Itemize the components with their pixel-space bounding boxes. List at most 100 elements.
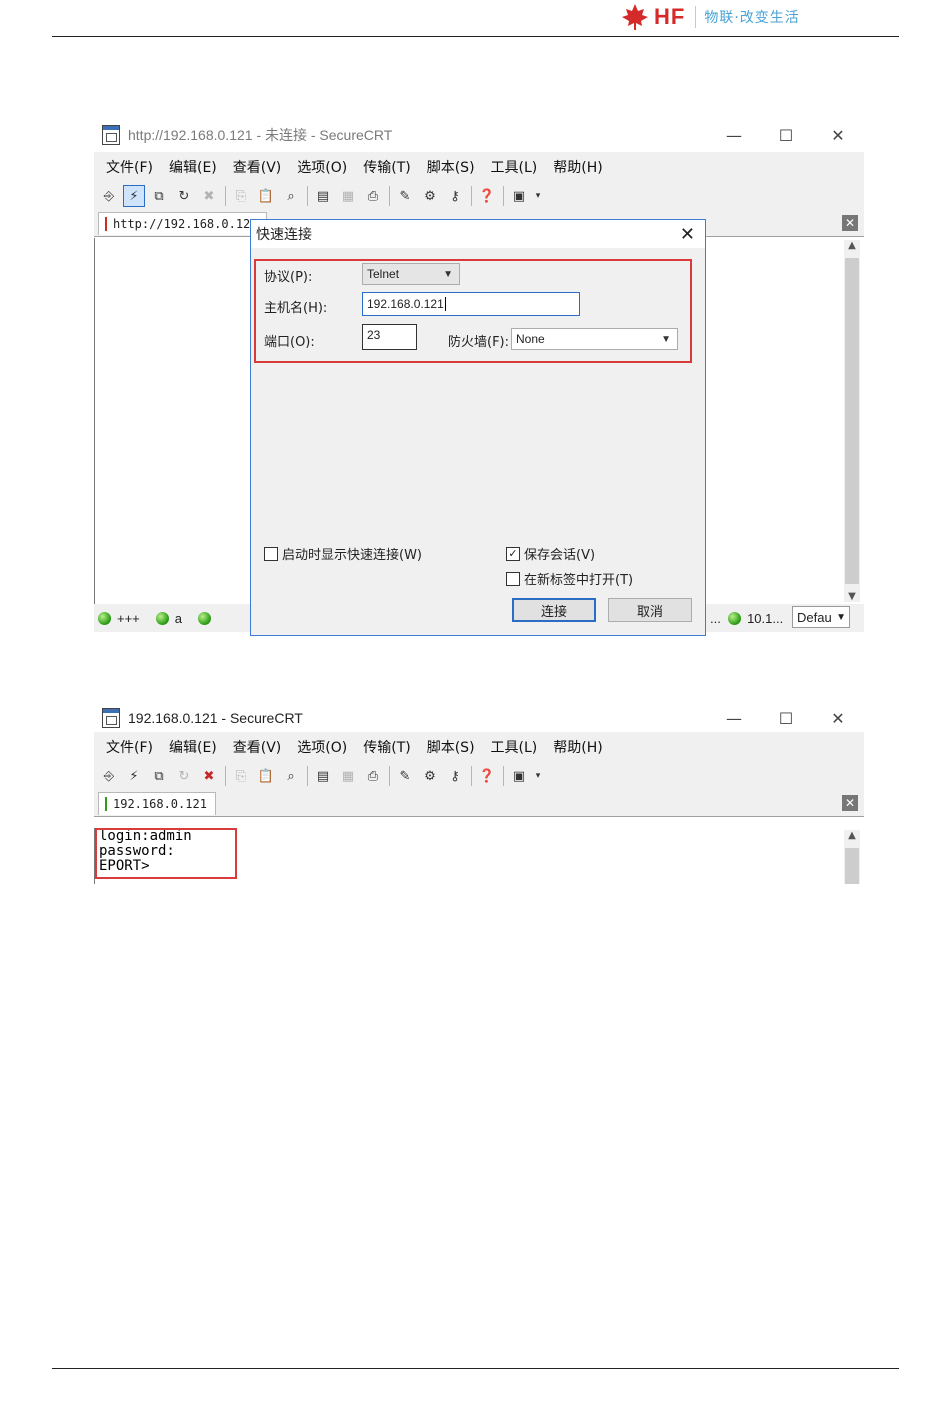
maximize-button[interactable]: ☐: [760, 709, 812, 728]
find-icon[interactable]: ⌕: [280, 765, 302, 787]
checkbox-box: [506, 571, 520, 586]
help-icon[interactable]: ❓: [476, 185, 498, 207]
tab-close-icon[interactable]: ✕: [842, 795, 858, 811]
show-on-startup-checkbox[interactable]: 启动时显示快速连接(W): [264, 544, 422, 563]
close-button[interactable]: ✕: [812, 126, 864, 145]
session-select[interactable]: Defau ▼: [792, 606, 850, 628]
toolbar-overflow-icon[interactable]: ▾: [533, 765, 543, 787]
minimize-button[interactable]: —: [708, 126, 760, 145]
vertical-scrollbar[interactable]: ▲: [844, 830, 860, 884]
text-caret: [444, 297, 446, 311]
copy-icon[interactable]: ⎘: [230, 185, 252, 207]
keymap-icon[interactable]: ⚷: [444, 765, 466, 787]
session-tab[interactable]: http://192.168.0.121: [98, 211, 267, 235]
port-input[interactable]: 23: [362, 324, 417, 350]
session-options-icon[interactable]: ✎: [394, 185, 416, 207]
hostname-input[interactable]: 192.168.0.121: [362, 292, 580, 316]
session-options-icon[interactable]: ✎: [394, 765, 416, 787]
toolbar-separator: [225, 766, 226, 786]
menu-edit[interactable]: 编辑(E): [169, 737, 217, 757]
scroll-up-arrow[interactable]: ▲: [844, 240, 860, 251]
scroll-down-arrow[interactable]: ▼: [844, 591, 860, 602]
global-options-icon[interactable]: ⚙: [419, 185, 441, 207]
print-selection-icon[interactable]: ▦: [337, 765, 359, 787]
menu-transfer[interactable]: 传输(T): [363, 157, 410, 177]
toolbar-separator: [389, 186, 390, 206]
disconnect-icon[interactable]: ✖: [198, 765, 220, 787]
menu-edit[interactable]: 编辑(E): [169, 157, 217, 177]
maple-leaf-icon: [622, 4, 648, 30]
minimize-button[interactable]: —: [708, 709, 760, 728]
paste-icon[interactable]: 📋: [255, 765, 277, 787]
reconnect-icon[interactable]: ↻: [173, 765, 195, 787]
connect-in-tab-icon[interactable]: ⧉: [148, 185, 170, 207]
chevron-down-icon: ▼: [443, 268, 453, 280]
protocol-select[interactable]: Telnet ▼: [362, 263, 460, 285]
vertical-scrollbar[interactable]: ▲ ▼: [844, 240, 860, 602]
scroll-thumb[interactable]: [845, 258, 859, 584]
menu-help[interactable]: 帮助(H): [553, 737, 602, 757]
menu-file[interactable]: 文件(F): [106, 157, 153, 177]
menu-tools[interactable]: 工具(L): [491, 737, 538, 757]
securecrt-app-icon: [102, 125, 120, 145]
connect-icon[interactable]: ⎆: [98, 765, 120, 787]
open-in-tab-checkbox[interactable]: 在新标签中打开(T): [506, 569, 633, 588]
dialog-title-bar: 快速连接 ✕: [251, 220, 705, 248]
window-title: http://192.168.0.121 - 未连接 - SecureCRT: [128, 127, 393, 143]
copy-icon[interactable]: ⎘: [230, 765, 252, 787]
menu-script[interactable]: 脚本(S): [427, 737, 475, 757]
connect-button[interactable]: 连接: [512, 598, 596, 622]
menu-help[interactable]: 帮助(H): [553, 157, 602, 177]
menu-script[interactable]: 脚本(S): [427, 157, 475, 177]
title-bar: http://192.168.0.121 - 未连接 - SecureCRT —…: [94, 118, 864, 152]
dialog-title: 快速连接: [256, 227, 312, 243]
close-button[interactable]: ✕: [812, 709, 864, 728]
quick-connect-icon[interactable]: ⚡: [123, 185, 145, 207]
session-status-icon: [155, 611, 169, 625]
connect-icon[interactable]: ⎆: [98, 185, 120, 207]
chevron-down-icon: ▼: [836, 611, 846, 623]
sftp-icon[interactable]: ▣: [508, 185, 530, 207]
save-session-checkbox[interactable]: ✓ 保存会话(V): [506, 544, 595, 563]
tab-label: http://192.168.0.121: [113, 216, 258, 231]
find-icon[interactable]: ⌕: [280, 185, 302, 207]
connect-in-tab-icon[interactable]: ⧉: [148, 765, 170, 787]
tab-status-indicator: [105, 796, 107, 811]
cancel-button[interactable]: 取消: [608, 598, 692, 622]
help-icon[interactable]: ❓: [476, 765, 498, 787]
menu-view[interactable]: 查看(V): [233, 157, 282, 177]
menu-file[interactable]: 文件(F): [106, 737, 153, 757]
menu-view[interactable]: 查看(V): [233, 737, 282, 757]
firewall-select[interactable]: None ▼: [511, 328, 678, 350]
dialog-close-icon[interactable]: ✕: [680, 224, 695, 245]
tab-close-icon[interactable]: ✕: [842, 215, 858, 231]
menu-transfer[interactable]: 传输(T): [363, 737, 410, 757]
brand-name: HF: [654, 4, 686, 29]
print-screen-icon[interactable]: ▤: [312, 185, 334, 207]
status-session-right[interactable]: ... 10.1...: [710, 611, 783, 626]
quick-connect-icon[interactable]: ⚡: [123, 765, 145, 787]
status-session[interactable]: +++: [98, 611, 140, 626]
scroll-up-arrow[interactable]: ▲: [844, 830, 860, 841]
menu-options[interactable]: 选项(O): [297, 737, 347, 757]
session-tab[interactable]: 192.168.0.121: [98, 791, 216, 815]
global-options-icon[interactable]: ⚙: [419, 765, 441, 787]
disconnect-icon[interactable]: ✖: [198, 185, 220, 207]
print-selection-icon[interactable]: ▦: [337, 185, 359, 207]
toolbar-separator: [389, 766, 390, 786]
toolbar-overflow-icon[interactable]: ▾: [533, 185, 543, 207]
menu-tools[interactable]: 工具(L): [491, 157, 538, 177]
reconnect-icon[interactable]: ↻: [173, 185, 195, 207]
status-session[interactable]: a: [155, 611, 182, 626]
scroll-thumb[interactable]: [845, 848, 859, 884]
maximize-button[interactable]: ☐: [760, 126, 812, 145]
sftp-icon[interactable]: ▣: [508, 765, 530, 787]
print-icon[interactable]: ⎙: [362, 185, 384, 207]
keymap-icon[interactable]: ⚷: [444, 185, 466, 207]
status-session[interactable]: [198, 611, 217, 625]
protocol-label: 协议(P):: [264, 270, 313, 285]
paste-icon[interactable]: 📋: [255, 185, 277, 207]
print-screen-icon[interactable]: ▤: [312, 765, 334, 787]
menu-options[interactable]: 选项(O): [297, 157, 347, 177]
print-icon[interactable]: ⎙: [362, 765, 384, 787]
